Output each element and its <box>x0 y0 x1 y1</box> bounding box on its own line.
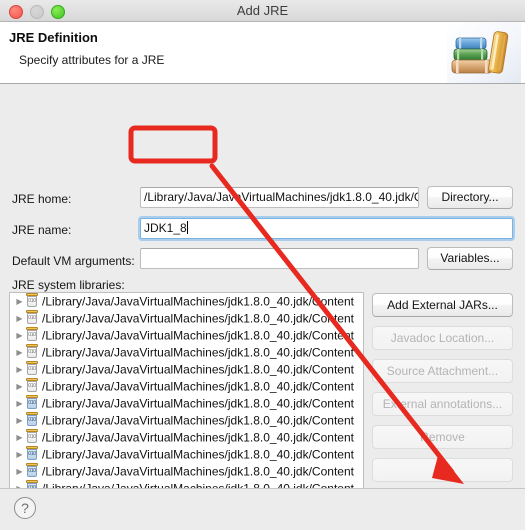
jre-home-label: JRE home: <box>12 192 72 206</box>
jre-name-value: JDK1_8 <box>144 221 187 235</box>
title-bar: Add JRE <box>0 0 525 22</box>
jar-plain-icon: 010 <box>25 429 39 444</box>
library-row[interactable]: ▶010/Library/Java/JavaVirtualMachines/jd… <box>10 361 363 378</box>
expand-triangle-icon[interactable]: ▶ <box>14 310 25 327</box>
books-icon <box>447 22 521 83</box>
library-path-label: /Library/Java/JavaVirtualMachines/jdk1.8… <box>42 379 354 394</box>
dialog-header: JRE Definition Specify attributes for a … <box>0 22 525 84</box>
jar-plain-icon: 010 <box>25 378 39 393</box>
library-path-label: /Library/Java/JavaVirtualMachines/jdk1.8… <box>42 396 354 411</box>
library-path-label: /Library/Java/JavaVirtualMachines/jdk1.8… <box>42 345 354 360</box>
jar-binary-icon: 010 <box>25 412 39 427</box>
jre-name-input[interactable]: JDK1_8 <box>140 218 513 239</box>
javadoc-location-button: Javadoc Location... <box>372 326 513 350</box>
jre-home-input[interactable]: /Library/Java/JavaVirtualMachines/jdk1.8… <box>140 187 419 208</box>
expand-triangle-icon[interactable]: ▶ <box>14 378 25 395</box>
library-path-label: /Library/Java/JavaVirtualMachines/jdk1.8… <box>42 311 354 326</box>
up-button: Up <box>372 458 513 482</box>
library-path-label: /Library/Java/JavaVirtualMachines/jdk1.8… <box>42 430 354 445</box>
expand-triangle-icon[interactable]: ▶ <box>14 327 25 344</box>
add-jre-dialog: Add JRE JRE Definition Specify attribute… <box>0 0 525 530</box>
help-icon[interactable]: ? <box>14 497 36 519</box>
external-annotations-button: External annotations... <box>372 392 513 416</box>
library-row[interactable]: ▶010/Library/Java/JavaVirtualMachines/jd… <box>10 293 363 310</box>
remove-button: Remove <box>372 425 513 449</box>
library-row[interactable]: ▶010/Library/Java/JavaVirtualMachines/jd… <box>10 344 363 361</box>
variables-button[interactable]: Variables... <box>427 247 513 270</box>
library-row[interactable]: ▶010/Library/Java/JavaVirtualMachines/jd… <box>10 463 363 480</box>
library-row[interactable]: ▶010/Library/Java/JavaVirtualMachines/jd… <box>10 327 363 344</box>
library-row[interactable]: ▶010/Library/Java/JavaVirtualMachines/jd… <box>10 446 363 463</box>
expand-triangle-icon[interactable]: ▶ <box>14 293 25 310</box>
expand-triangle-icon[interactable]: ▶ <box>14 395 25 412</box>
jar-plain-icon: 010 <box>25 344 39 359</box>
add-external-jars-button[interactable]: Add External JARs... <box>372 293 513 317</box>
vm-arguments-label: Default VM arguments: <box>12 254 135 268</box>
library-row[interactable]: ▶010/Library/Java/JavaVirtualMachines/jd… <box>10 310 363 327</box>
library-row[interactable]: ▶010/Library/Java/JavaVirtualMachines/jd… <box>10 395 363 412</box>
text-caret <box>186 221 188 234</box>
jre-system-libraries-label: JRE system libraries: <box>12 278 125 292</box>
jar-plain-icon: 010 <box>25 361 39 376</box>
directory-button[interactable]: Directory... <box>427 186 513 209</box>
expand-triangle-icon[interactable]: ▶ <box>14 446 25 463</box>
jar-binary-icon: 010 <box>25 446 39 461</box>
dialog-footer: ? < Back Next > Cancel Finish <box>0 488 525 530</box>
dialog-body: JRE home: /Library/Java/JavaVirtualMachi… <box>0 84 525 530</box>
library-path-label: /Library/Java/JavaVirtualMachines/jdk1.8… <box>42 362 354 377</box>
library-path-label: /Library/Java/JavaVirtualMachines/jdk1.8… <box>42 294 354 309</box>
library-row[interactable]: ▶010/Library/Java/JavaVirtualMachines/jd… <box>10 378 363 395</box>
library-row[interactable]: ▶010/Library/Java/JavaVirtualMachines/jd… <box>10 429 363 446</box>
jar-plain-icon: 010 <box>25 293 39 308</box>
jar-binary-icon: 010 <box>25 395 39 410</box>
window-title: Add JRE <box>236 3 289 18</box>
jar-plain-icon: 010 <box>25 327 39 342</box>
page-subtitle: Specify attributes for a JRE <box>19 53 165 67</box>
library-path-label: /Library/Java/JavaVirtualMachines/jdk1.8… <box>42 413 354 428</box>
expand-triangle-icon[interactable]: ▶ <box>14 429 25 446</box>
library-path-label: /Library/Java/JavaVirtualMachines/jdk1.8… <box>42 328 354 343</box>
library-path-label: /Library/Java/JavaVirtualMachines/jdk1.8… <box>42 464 354 479</box>
library-path-label: /Library/Java/JavaVirtualMachines/jdk1.8… <box>42 447 354 462</box>
vm-arguments-input[interactable] <box>140 248 419 269</box>
library-row[interactable]: ▶010/Library/Java/JavaVirtualMachines/jd… <box>10 412 363 429</box>
source-attachment-button: Source Attachment... <box>372 359 513 383</box>
jar-binary-icon: 010 <box>25 463 39 478</box>
expand-triangle-icon[interactable]: ▶ <box>14 361 25 378</box>
expand-triangle-icon[interactable]: ▶ <box>14 344 25 361</box>
expand-triangle-icon[interactable]: ▶ <box>14 463 25 480</box>
jar-plain-icon: 010 <box>25 310 39 325</box>
page-title: JRE Definition <box>9 30 98 45</box>
jre-name-label: JRE name: <box>12 223 72 237</box>
expand-triangle-icon[interactable]: ▶ <box>14 412 25 429</box>
